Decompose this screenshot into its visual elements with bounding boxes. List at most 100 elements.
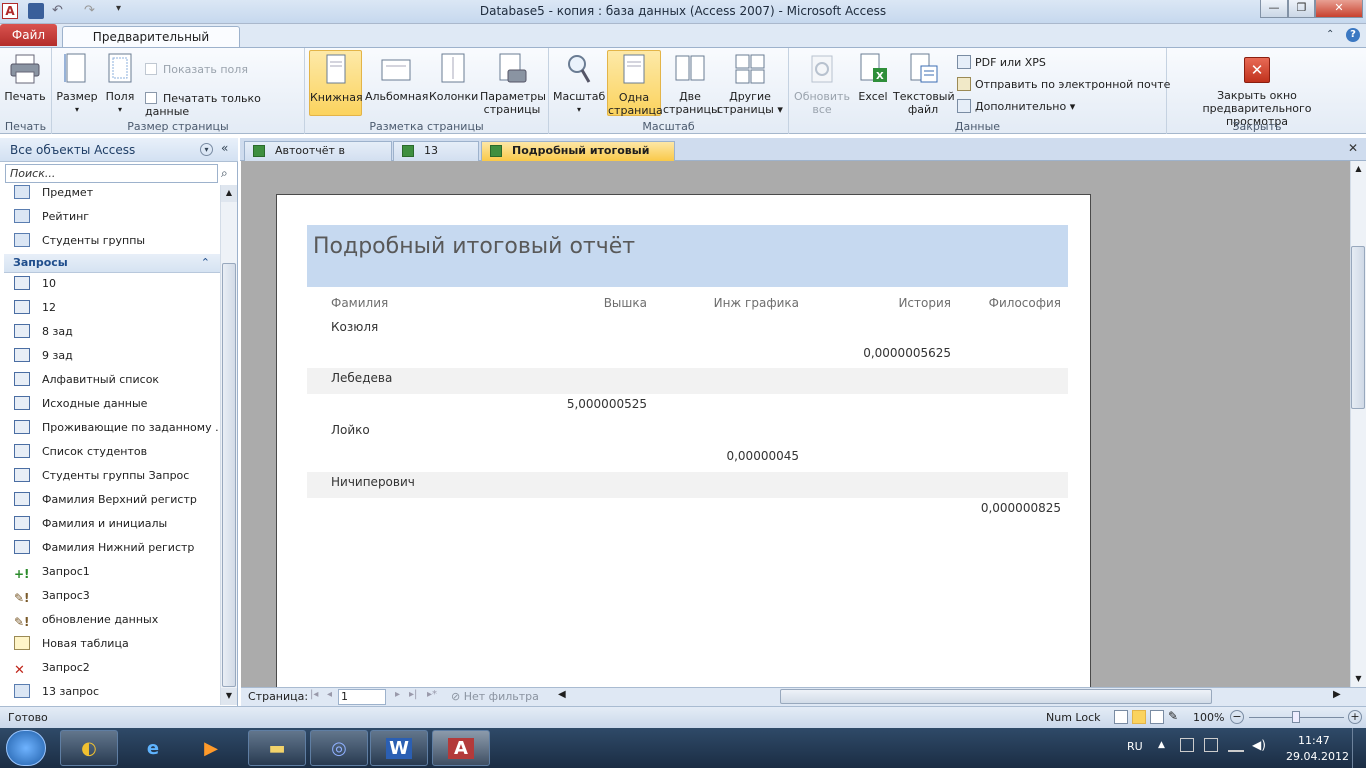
nav-query-item[interactable]: Список студентов — [14, 441, 219, 463]
more-export-button[interactable]: Дополнительно ▾ — [957, 99, 1075, 113]
more-pages-button[interactable]: Другие страницы ▾ — [717, 50, 783, 116]
nav-pane-header[interactable]: Все объекты Access ▾ « — [0, 138, 238, 162]
nav-pane-scrollbar[interactable]: ▲ ▼ — [220, 185, 237, 705]
tab-query-13[interactable]: 13 запрос — [393, 141, 479, 175]
nav-query-item[interactable]: Новая таблица — [14, 633, 219, 655]
nav-query-item[interactable]: Фамилия и инициалы — [14, 513, 219, 535]
layout-view-icon[interactable] — [1150, 710, 1164, 724]
nav-pane-menu-icon[interactable]: ▾ — [200, 143, 213, 156]
scroll-down-icon[interactable]: ▼ — [1351, 671, 1366, 687]
nav-scroll-thumb[interactable] — [222, 263, 236, 687]
nav-table-item[interactable]: Предмет — [14, 182, 219, 204]
scroll-left-icon[interactable]: ◀ — [558, 689, 566, 700]
nav-table-item[interactable]: Рейтинг — [14, 206, 219, 228]
power-icon[interactable] — [1204, 738, 1218, 752]
start-button[interactable] — [6, 730, 46, 766]
zoom-out-icon[interactable]: − — [1230, 710, 1244, 724]
clock-date[interactable]: 29.04.2012 — [1286, 750, 1349, 763]
filter-status[interactable]: ⊘ Нет фильтра — [451, 690, 539, 703]
collapse-section-icon[interactable]: ⌃ — [201, 254, 210, 272]
close-window-button[interactable]: ✕ — [1315, 0, 1363, 18]
preview-vertical-scrollbar[interactable]: ▲ ▼ — [1350, 161, 1366, 687]
nav-query-item[interactable]: +! Запрос1 — [14, 561, 219, 583]
margins-button[interactable]: Поля ▾ — [100, 50, 140, 116]
portrait-button[interactable]: Книжная — [309, 50, 363, 116]
nav-query-item[interactable]: Исходные данные — [14, 393, 219, 415]
page-setup-button[interactable]: Параметры страницы — [480, 50, 546, 116]
search-icon[interactable]: ⌕ — [221, 166, 228, 181]
zoom-in-icon[interactable]: + — [1348, 710, 1362, 724]
nav-query-item[interactable]: Алфавитный список — [14, 369, 219, 391]
nav-query-item[interactable]: 10 — [14, 273, 219, 295]
nav-search-input[interactable]: Поиск... — [5, 164, 218, 183]
columns-button[interactable]: Колонки — [429, 50, 478, 103]
two-pages-button[interactable]: Две страницы — [663, 50, 720, 116]
scroll-right-icon[interactable]: ▶ — [1333, 689, 1341, 700]
taskbar-app-2[interactable]: ◎ — [310, 730, 368, 766]
nav-query-item[interactable]: ✎! обновление данных — [14, 609, 219, 631]
nav-query-item[interactable]: Фамилия Верхний регистр — [14, 489, 219, 511]
nav-query-item[interactable]: Студенты группы Запрос — [14, 465, 219, 487]
previous-page-icon[interactable]: ◂ — [327, 689, 332, 700]
preview-horizontal-scroll-thumb[interactable] — [780, 689, 1212, 704]
print-data-only-checkbox[interactable]: Печатать только данные — [145, 92, 304, 118]
first-page-icon[interactable]: |◂ — [310, 689, 318, 700]
zoom-button[interactable]: Масштаб ▾ — [553, 50, 605, 116]
close-preview-button[interactable]: ✕ Закрыть окно предварительного просмотра — [1171, 50, 1343, 128]
show-hidden-icons[interactable]: ▲ — [1158, 740, 1165, 750]
design-view-icon[interactable]: ✎ — [1168, 709, 1178, 723]
restore-button[interactable]: ❐ — [1288, 0, 1315, 18]
tab-print-preview[interactable]: Предварительный просмотр — [62, 26, 240, 64]
nav-query-item[interactable]: ✕ Запрос2 — [14, 657, 219, 679]
preview-vertical-scroll-thumb[interactable] — [1351, 246, 1365, 409]
landscape-button[interactable]: Альбомная — [365, 50, 428, 103]
nav-query-item[interactable]: 12 — [14, 297, 219, 319]
close-document-icon[interactable]: ✕ — [1348, 141, 1358, 155]
export-text-button[interactable]: Текстовый файл — [893, 50, 955, 116]
scroll-up-icon[interactable]: ▲ — [221, 185, 237, 202]
action-center-icon[interactable] — [1180, 738, 1194, 752]
taskbar-word[interactable]: W — [370, 730, 428, 766]
language-indicator[interactable]: RU — [1127, 740, 1143, 753]
volume-icon[interactable]: ◀) — [1252, 738, 1266, 752]
show-margins-checkbox[interactable]: Показать поля — [145, 63, 248, 76]
nav-query-item[interactable]: Фамилия Нижний регистр — [14, 537, 219, 559]
tab-autoreport[interactable]: Автоотчёт в столбец — [244, 141, 392, 175]
export-excel-button[interactable]: X Excel — [853, 50, 893, 103]
taskbar-access[interactable]: A — [432, 730, 490, 766]
size-button[interactable]: Размер ▾ — [56, 50, 98, 116]
nav-query-item[interactable]: 8 зад — [14, 321, 219, 343]
last-page-icon[interactable]: ▸| — [409, 689, 417, 700]
collapse-nav-pane-icon[interactable]: « — [221, 141, 228, 155]
scroll-up-icon[interactable]: ▲ — [1351, 161, 1366, 177]
scroll-down-icon[interactable]: ▼ — [221, 688, 237, 705]
help-icon[interactable]: ? — [1346, 28, 1360, 42]
file-tab[interactable]: Файл — [0, 24, 57, 46]
page-number-input[interactable]: 1 — [338, 689, 386, 705]
network-icon[interactable] — [1228, 740, 1244, 752]
report-view-icon[interactable] — [1114, 710, 1128, 724]
email-button[interactable]: Отправить по электронной почте — [957, 77, 1170, 91]
refresh-all-button[interactable]: Обновить все — [793, 50, 851, 116]
export-pdf-button[interactable]: PDF или XPS — [957, 55, 1046, 69]
nav-query-item[interactable]: 13 запрос — [14, 681, 219, 703]
nav-query-item[interactable]: ✎! Запрос3 — [14, 585, 219, 607]
nav-query-item[interactable]: Проживающие по заданному ... — [14, 417, 219, 439]
taskbar-app-1[interactable]: ◐ — [60, 730, 118, 766]
zoom-slider-thumb[interactable] — [1292, 711, 1300, 723]
clock-time[interactable]: 11:47 — [1298, 734, 1330, 747]
next-page-icon[interactable]: ▸ — [395, 689, 400, 700]
taskbar-internet-explorer[interactable]: e — [124, 730, 182, 766]
queries-section-header[interactable]: Запросы ⌃ — [4, 254, 220, 273]
nav-query-item[interactable]: 9 зад — [14, 345, 219, 367]
taskbar-media-player[interactable]: ▶ — [182, 730, 240, 766]
nav-table-item[interactable]: Студенты группы — [14, 230, 219, 252]
one-page-button[interactable]: Одна страница — [607, 50, 663, 117]
taskbar-explorer[interactable]: ▬ — [248, 730, 306, 766]
new-record-icon[interactable]: ▸* — [427, 689, 437, 700]
show-desktop-button[interactable] — [1352, 728, 1366, 768]
tab-detailed-summary-report[interactable]: Подробный итоговый отчёт — [481, 141, 675, 175]
print-button[interactable]: Печать — [3, 50, 47, 103]
collapse-ribbon-icon[interactable]: ⌃ — [1326, 29, 1334, 40]
print-preview-view-icon[interactable] — [1132, 710, 1146, 724]
